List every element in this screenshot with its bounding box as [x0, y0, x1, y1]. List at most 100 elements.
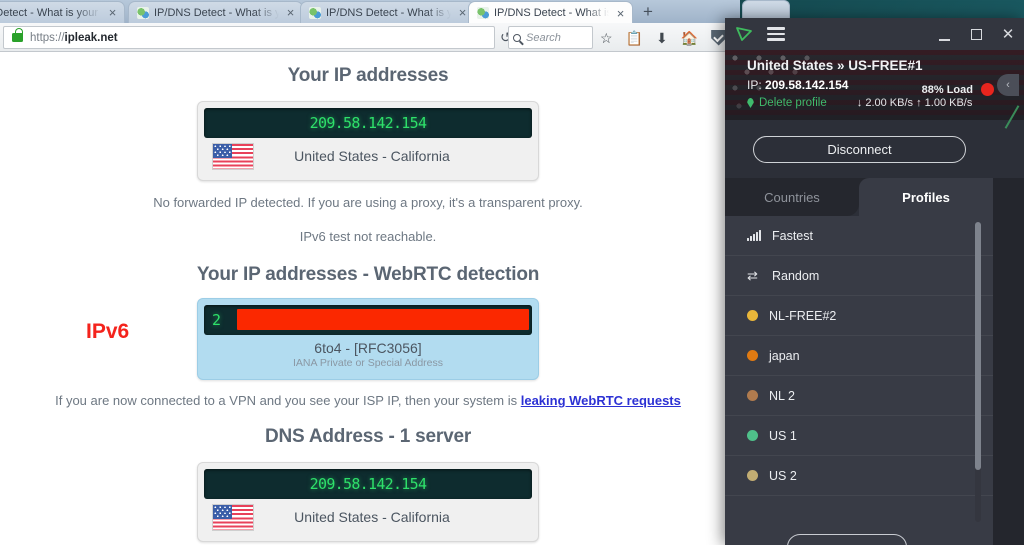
downloads-icon[interactable]: ⬇: [656, 31, 668, 45]
vpn-tabs: Countries Profiles: [725, 178, 993, 216]
favicon-icon: [309, 6, 321, 19]
close-icon[interactable]: ×: [105, 5, 120, 20]
vpn-client-window: ✕ United States » US-FREE#1 IP: 209.58.1…: [725, 18, 1024, 545]
browser-tab-3[interactable]: IP/DNS Detect - What is your ×: [300, 1, 475, 23]
window-controls: ✕: [928, 18, 1024, 50]
webrtc-section: IPv6 2 6to4 - [RFC3056] IANA Private or …: [0, 298, 736, 380]
address-bar[interactable]: https://ipleak.net: [3, 26, 495, 49]
profiles-scrollbar[interactable]: [975, 222, 981, 522]
status-dot-icon: [747, 430, 758, 441]
browser-window: DNS Detect - What is your × IP/DNS Detec…: [0, 0, 740, 545]
profile-label: NL-FREE#2: [769, 308, 837, 323]
list-item-us-1[interactable]: US 1: [725, 416, 993, 456]
server-load: 88% Load: [922, 83, 994, 96]
pin-icon: [747, 98, 754, 108]
webrtc-ip-row: 2: [204, 305, 532, 335]
tab-title: IP/DNS Detect - What is your: [326, 6, 451, 19]
favicon-icon: [477, 7, 489, 19]
tab-profiles[interactable]: Profiles: [859, 178, 993, 216]
ip-geo-text: United States - California: [294, 148, 450, 164]
dns-card: 209.58.142.154 United States - Californi…: [197, 462, 539, 542]
profile-label: japan: [769, 348, 800, 363]
browser-toolbar: https://ipleak.net ↻ Search ☆ 📋 ⬇ 🏠: [0, 23, 740, 52]
scrollbar-thumb[interactable]: [975, 222, 981, 470]
browser-tab-1[interactable]: DNS Detect - What is your ×: [0, 1, 125, 23]
list-item-random[interactable]: ⇄ Random: [725, 256, 993, 296]
profile-label: US 2: [769, 468, 797, 483]
tab-countries[interactable]: Countries: [725, 178, 859, 216]
browser-tab-2[interactable]: IP/DNS Detect - What is your ×: [128, 1, 303, 23]
shield-icon[interactable]: [711, 29, 727, 46]
vpn-logo-icon: [736, 27, 752, 41]
page-content: Your IP addresses 209.58.142.154 United …: [0, 53, 736, 545]
ipv6-note: IPv6 test not reachable.: [299, 229, 437, 244]
page-title-webrtc: Your IP addresses - WebRTC detection: [196, 264, 540, 285]
profile-label: NL 2: [769, 388, 795, 403]
connection-location: United States » US-FREE#1: [747, 58, 923, 73]
disconnect-button[interactable]: Disconnect: [753, 136, 966, 163]
list-item-nl-2[interactable]: NL 2: [725, 376, 993, 416]
browser-tab-bar: DNS Detect - What is your × IP/DNS Detec…: [0, 0, 740, 23]
tab-title: IP/DNS Detect - What is your: [494, 7, 609, 19]
profiles-list: Fastest ⇄ Random NL-FREE#2 japan NL 2 US…: [725, 216, 993, 526]
ipv6-badge: IPv6: [86, 320, 130, 343]
favicon-icon: [137, 6, 149, 19]
status-dot-icon: [747, 350, 758, 361]
tab-title: DNS Detect - What is your: [0, 6, 98, 19]
forwarded-ip-note: No forwarded IP detected. If you are usi…: [153, 195, 583, 210]
search-input[interactable]: Search: [508, 26, 593, 49]
maximize-button[interactable]: [960, 18, 992, 50]
webrtc-leak-link[interactable]: leaking WebRTC requests: [521, 393, 681, 408]
home-icon[interactable]: 🏠: [681, 31, 698, 45]
bottom-action-button[interactable]: [787, 534, 907, 545]
status-dot-icon: [747, 470, 758, 481]
list-item-us-2[interactable]: US 2: [725, 456, 993, 496]
ip-value-row: 209.58.142.154: [204, 108, 532, 138]
close-icon[interactable]: ×: [613, 6, 628, 21]
collapse-panel-button[interactable]: ‹: [997, 74, 1019, 96]
dns-value-row: 209.58.142.154: [204, 469, 532, 499]
us-flag-icon: [212, 503, 254, 531]
list-item-nl-free-2[interactable]: NL-FREE#2: [725, 296, 993, 336]
vpn-titlebar: ✕: [725, 18, 1024, 50]
minimize-button[interactable]: [928, 18, 960, 50]
list-item-japan[interactable]: japan: [725, 336, 993, 376]
lock-icon: [12, 28, 23, 42]
tab-title: IP/DNS Detect - What is your: [154, 6, 279, 19]
redaction-overlay: [237, 309, 529, 330]
vpn-right-gutter: [993, 178, 1024, 545]
browser-tab-4-active[interactable]: IP/DNS Detect - What is your ×: [468, 1, 633, 23]
status-dot-icon: [747, 390, 758, 401]
close-button[interactable]: ✕: [992, 18, 1024, 50]
status-dot-icon: [747, 310, 758, 321]
ip-geo-row: United States - California: [204, 138, 532, 174]
new-tab-button[interactable]: +: [637, 3, 659, 22]
dns-geo-row: United States - California: [204, 499, 532, 535]
signal-bars-icon: [747, 230, 761, 241]
us-flag-icon: [212, 142, 254, 170]
vpn-connection-hero: United States » US-FREE#1 IP: 209.58.142…: [725, 50, 1024, 120]
webrtc-note: If you are now connected to a VPN and yo…: [0, 393, 736, 408]
speed-indicators: ↓ 2.00 KB/s ↑ 1.00 KB/s: [856, 97, 973, 109]
page-title-ip: Your IP addresses: [287, 65, 449, 86]
list-item-fastest[interactable]: Fastest: [725, 216, 993, 256]
webrtc-type: 6to4 - [RFC3056]: [314, 340, 422, 356]
profile-label: Random: [772, 268, 820, 283]
webrtc-ip-prefix: 2: [212, 311, 221, 329]
bookmark-star-icon[interactable]: ☆: [600, 31, 613, 45]
toolbar-icons: ☆ 📋 ⬇ 🏠: [600, 23, 727, 52]
menu-icon[interactable]: [767, 27, 785, 41]
delete-profile-button[interactable]: Delete profile: [747, 97, 827, 109]
load-status-dot: [981, 83, 994, 96]
profile-label: Fastest: [772, 228, 813, 243]
webrtc-note-text: If you are now connected to a VPN and yo…: [55, 393, 521, 408]
library-icon[interactable]: 📋: [626, 31, 643, 45]
close-icon[interactable]: ×: [283, 5, 298, 20]
search-placeholder: Search: [526, 31, 561, 44]
delete-profile-label: Delete profile: [759, 97, 827, 109]
dns-geo-text: United States - California: [294, 509, 450, 525]
webrtc-subtype: IANA Private or Special Address: [293, 357, 443, 369]
webrtc-card: 2 6to4 - [RFC3056] IANA Private or Speci…: [197, 298, 539, 380]
load-label: 88% Load: [921, 83, 973, 96]
ip-address: 209.58.142.154: [309, 114, 427, 132]
